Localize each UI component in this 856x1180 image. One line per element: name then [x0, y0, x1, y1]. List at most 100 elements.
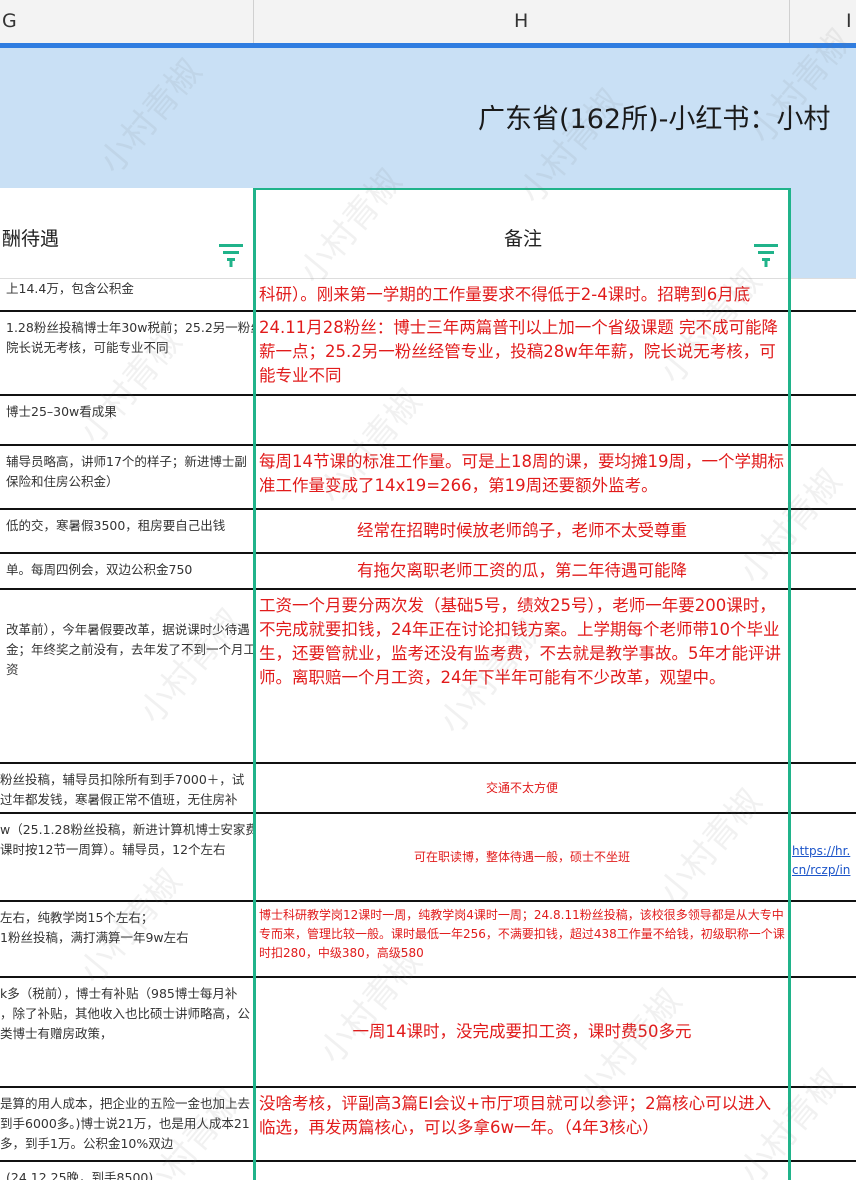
table-row: 改革前），今年暑假要改革，据说课时少待遇 金；年终奖之前没有，去年发了不到一个月工… — [0, 588, 856, 762]
column-separator[interactable] — [789, 0, 790, 44]
cell-i[interactable] — [792, 554, 856, 588]
cell-text: 1.28粉丝投稿博士年30w税前；25.2另一粉丝 — [6, 320, 253, 335]
cell-salary[interactable]: 1.28粉丝投稿博士年30w税前；25.2另一粉丝 院长说无考核，可能专业不同 — [0, 312, 253, 394]
cell-notes[interactable]: 博士科研教学岗12课时一周，纯教学岗4课时一周；24.8.11粉丝投稿，该校很多… — [256, 902, 788, 976]
cell-i[interactable] — [792, 510, 856, 552]
cell-text: 博士科研教学岗12课时一周，纯教学岗4课时一周；24.8.11粉丝投稿，该校很多… — [259, 908, 785, 960]
cell-i[interactable] — [792, 312, 856, 394]
table-row: k多（税前），博士有补贴（985博士每月补 ，除了补贴，其他收入也比硕士讲师略高，… — [0, 976, 856, 1086]
cell-notes[interactable]: 一周14课时，没完成要扣工资，课时费50多元 — [256, 978, 788, 1086]
cell-salary[interactable]: 粉丝投稿，辅导员扣除所有到手7000＋，试 过年都发钱，寒暑假正常不值班，无住房补 — [0, 764, 253, 812]
cell-notes[interactable]: 科研）。刚来第一学期的工作量要求不得低于2-4课时。招聘到6月底 — [256, 279, 788, 310]
cell-notes[interactable]: 工资一个月要分两次发（基础5号，绩效25号），老师一年要200课时，不完成就要扣… — [256, 590, 788, 762]
cell-text: 过年都发钱，寒暑假正常不值班，无住房补 — [0, 792, 238, 807]
cell-notes[interactable] — [256, 396, 788, 444]
cell-text: (24.12.25晚，到手8500) — [6, 1170, 154, 1180]
column-letter-i[interactable]: I — [846, 10, 852, 32]
cell-salary[interactable]: 辅导员略高，讲师17个的样子；新进博士副 保险和住房公积金） — [0, 446, 253, 508]
header-label-salary: 酬待遇 — [2, 228, 60, 250]
cell-i[interactable] — [792, 590, 856, 762]
table-row: 是算的用人成本，把企业的五险一金也加上去 到手6000多。)博士说21万，也是用人… — [0, 1086, 856, 1160]
column-header-bar: G H I — [0, 0, 856, 44]
cell-i[interactable] — [792, 902, 856, 976]
header-cell-salary[interactable]: 酬待遇 — [0, 188, 253, 278]
column-separator[interactable] — [253, 0, 254, 44]
table-row: 单。每周四例会，双边公积金750 有拖欠离职老师工资的瓜，第二年待遇可能降 — [0, 552, 856, 588]
cell-text: 可在职读博，整体待遇一般，硕士不坐班 — [413, 849, 630, 864]
cell-text: ，除了补贴，其他收入也比硕士讲师略高，公 — [0, 1006, 251, 1021]
cell-text: 改革前），今年暑假要改革，据说课时少待遇 — [6, 622, 250, 637]
cell-text: w（25.1.28粉丝投稿，新进计算机博士安家费 — [0, 822, 253, 837]
link-url[interactable]: https://hr. cn/rczp/in — [792, 814, 856, 880]
cell-text: 科研）。刚来第一学期的工作量要求不得低于2-4课时。招聘到6月底 — [259, 285, 751, 304]
cell-text: 资 — [6, 662, 19, 677]
cell-salary[interactable]: 左右，纯教学岗15个左右； 1粉丝投稿，满打满算一年9w左右 — [0, 902, 253, 976]
cell-notes[interactable]: 交通不太方便 — [256, 764, 788, 812]
cell-text: 多，到手1万。公积金10%双边 — [0, 1136, 174, 1151]
cell-i[interactable] — [792, 396, 856, 444]
filter-icon[interactable] — [753, 242, 779, 268]
cell-text: 是算的用人成本，把企业的五险一金也加上去 — [0, 1096, 251, 1111]
cell-text: 24.11月28粉丝：博士三年两篇普刊以上加一个省级课题 完不成可能降薪一点；2… — [259, 318, 778, 385]
cell-salary[interactable]: 改革前），今年暑假要改革，据说课时少待遇 金；年终奖之前没有，去年发了不到一个月工… — [0, 590, 253, 762]
header-cell-i[interactable] — [791, 188, 856, 278]
cell-i[interactable] — [792, 446, 856, 508]
cell-notes[interactable]: 每周14节课的标准工作量。可是上18周的课，要均摊19周，一个学期标准工作量变成… — [256, 446, 788, 508]
cell-notes[interactable] — [256, 1162, 788, 1180]
cell-notes[interactable]: 有拖欠离职老师工资的瓜，第二年待遇可能降 — [256, 554, 788, 588]
cell-salary[interactable]: k多（税前），博士有补贴（985博士每月补 ，除了补贴，其他收入也比硕士讲师略高，… — [0, 978, 253, 1086]
cell-text: 低的交，寒暑假3500，租房要自己出钱 — [6, 518, 226, 533]
header-cell-notes[interactable]: 备注 — [256, 188, 788, 278]
cell-text: k多（税前），博士有补贴（985博士每月补 — [0, 986, 238, 1001]
table-row: 左右，纯教学岗15个左右； 1粉丝投稿，满打满算一年9w左右 博士科研教学岗12课时… — [0, 900, 856, 976]
table-row: 博士25–30w看成果 — [0, 394, 856, 444]
cell-salary[interactable]: 博士25–30w看成果 — [0, 396, 253, 444]
cell-i[interactable] — [792, 279, 856, 310]
cell-salary[interactable]: 单。每周四例会，双边公积金750 — [0, 554, 253, 588]
cell-salary[interactable]: 低的交，寒暑假3500，租房要自己出钱 — [0, 510, 253, 552]
cell-text: 辅导员略高，讲师17个的样子；新进博士副 — [6, 454, 247, 469]
cell-text: 1粉丝投稿，满打满算一年9w左右 — [0, 930, 189, 945]
cell-text: 一周14课时，没完成要扣工资，课时费50多元 — [352, 1022, 692, 1041]
table-row: 辅导员略高，讲师17个的样子；新进博士副 保险和住房公积金） 每周14节课的标准工作… — [0, 444, 856, 508]
table-row: 上14.4万，包含公积金 科研）。刚来第一学期的工作量要求不得低于2-4课时。招聘… — [0, 278, 856, 310]
cell-notes[interactable]: 24.11月28粉丝：博士三年两篇普刊以上加一个省级课题 完不成可能降薪一点；2… — [256, 312, 788, 394]
table-row: 1.28粉丝投稿博士年30w税前；25.2另一粉丝 院长说无考核，可能专业不同 24… — [0, 310, 856, 394]
cell-text: 到手6000多。)博士说21万，也是用人成本21 — [0, 1116, 250, 1131]
column-letter-h[interactable]: H — [514, 10, 528, 32]
table-row: 粉丝投稿，辅导员扣除所有到手7000＋，试 过年都发钱，寒暑假正常不值班，无住房补… — [0, 762, 856, 812]
table-row: w（25.1.28粉丝投稿，新进计算机博士安家费 课时按12节一周算）。辅导员，1… — [0, 812, 856, 900]
cell-text: 上14.4万，包含公积金 — [6, 281, 134, 296]
cell-text: 经常在招聘时候放老师鸽子，老师不太受尊重 — [357, 521, 687, 540]
cell-salary[interactable]: 上14.4万，包含公积金 — [0, 279, 253, 310]
cell-text: 每周14节课的标准工作量。可是上18周的课，要均摊19周，一个学期标准工作量变成… — [259, 452, 784, 495]
cell-text: 类博士有赠房政策， — [0, 1026, 113, 1041]
cell-text: 课时按12节一周算）。辅导员，12个左右 — [0, 842, 226, 857]
cell-text: 没啥考核，评副高3篇EI会议+市厅项目就可以参评；2篇核心可以进入临选，再发两篇… — [259, 1094, 772, 1137]
cell-text: 交通不太方便 — [485, 780, 558, 795]
cell-text: 保险和住房公积金） — [6, 474, 119, 489]
selection-border-top — [253, 188, 791, 190]
cell-notes[interactable]: 没啥考核，评副高3篇EI会议+市厅项目就可以参评；2篇核心可以进入临选，再发两篇… — [256, 1088, 788, 1160]
cell-i[interactable] — [792, 1162, 856, 1180]
cell-salary[interactable]: w（25.1.28粉丝投稿，新进计算机博士安家费 课时按12节一周算）。辅导员，1… — [0, 814, 253, 900]
cell-notes[interactable]: 可在职读博，整体待遇一般，硕士不坐班 — [256, 814, 788, 900]
cell-salary[interactable]: 是算的用人成本，把企业的五险一金也加上去 到手6000多。)博士说21万，也是用人… — [0, 1088, 253, 1160]
cell-text: 院长说无考核，可能专业不同 — [6, 340, 169, 355]
sheet-title: 广东省(162所)-小红书：小村 — [478, 104, 831, 135]
cell-text: 单。每周四例会，双边公积金750 — [6, 562, 193, 577]
header-label-notes: 备注 — [504, 228, 543, 250]
table-row: 低的交，寒暑假3500，租房要自己出钱 经常在招聘时候放老师鸽子，老师不太受尊重 — [0, 508, 856, 552]
selection-border-left — [253, 188, 256, 1180]
filter-icon[interactable] — [218, 242, 244, 268]
cell-notes[interactable]: 经常在招聘时候放老师鸽子，老师不太受尊重 — [256, 510, 788, 552]
cell-text: 工资一个月要分两次发（基础5号，绩效25号），老师一年要200课时，不完成就要扣… — [259, 596, 781, 687]
cell-i[interactable] — [792, 978, 856, 1086]
cell-i[interactable] — [792, 764, 856, 812]
cell-i[interactable] — [792, 1088, 856, 1160]
cell-salary[interactable]: (24.12.25晚，到手8500) — [0, 1162, 253, 1180]
column-letter-g[interactable]: G — [2, 10, 17, 32]
cell-i[interactable]: https://hr. cn/rczp/in — [792, 814, 856, 900]
cell-text: 左右，纯教学岗15个左右； — [0, 910, 154, 925]
cell-text: 博士25–30w看成果 — [6, 404, 117, 419]
